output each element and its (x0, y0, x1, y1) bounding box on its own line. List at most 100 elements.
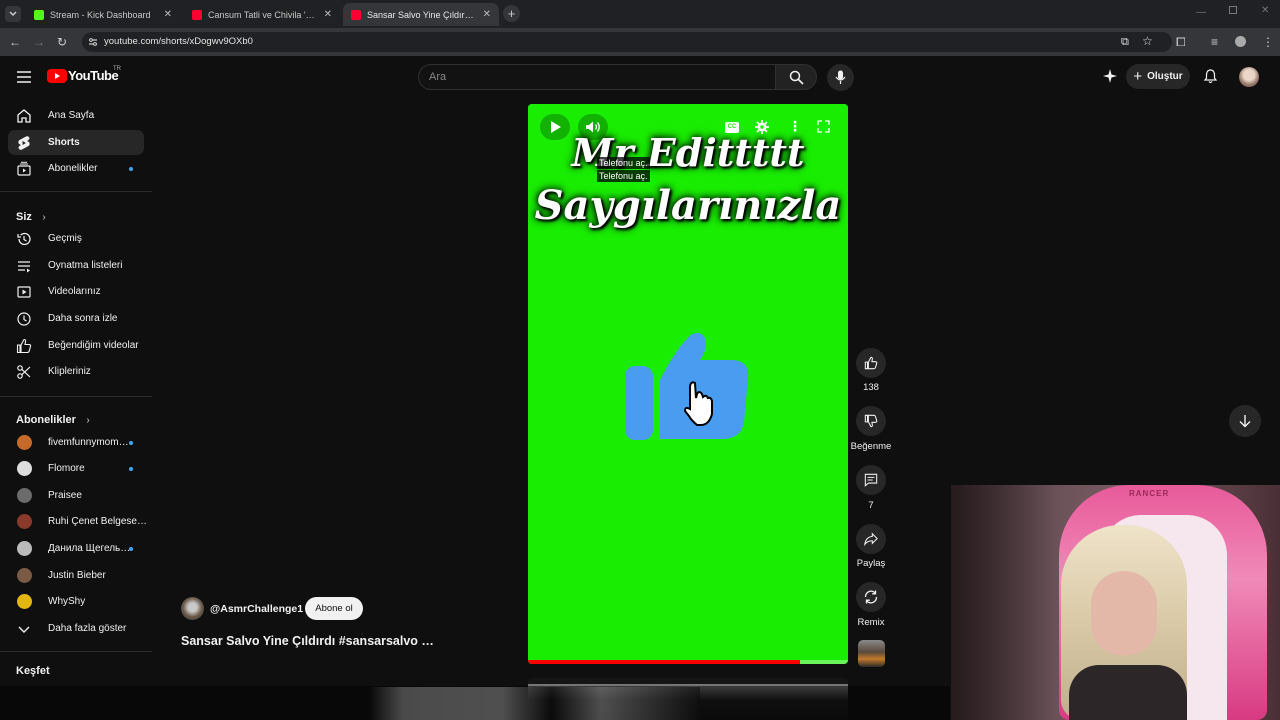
shorts-video-player[interactable]: Mr Edittttt Saygılarınızla Telefonu aç. … (528, 104, 848, 664)
sidebar-item-subscriptions[interactable]: Abonelikler (8, 156, 144, 181)
voice-search-button[interactable] (827, 64, 854, 91)
more-options-icon[interactable]: ⋮ (788, 118, 802, 135)
volume-button[interactable] (578, 114, 608, 140)
close-tab-icon[interactable]: ✕ (483, 9, 491, 20)
close-tab-icon[interactable]: ✕ (324, 9, 332, 20)
short-title[interactable]: Sansar Salvo Yine Çıldırdı #sansarsalvo … (181, 634, 434, 648)
sidebar-item-clips[interactable]: Klipleriniz (8, 359, 144, 384)
youtube-play-logo-icon (47, 69, 67, 83)
create-button[interactable]: + Oluştur (1126, 64, 1190, 89)
next-short-button[interactable] (1229, 405, 1261, 437)
channel-name: WhyShy (48, 596, 86, 607)
account-avatar[interactable] (1239, 67, 1259, 87)
stream-overlay-strip (0, 686, 950, 720)
channel-avatar (17, 488, 32, 503)
comments-button[interactable] (856, 465, 886, 495)
sidebar-channel-item[interactable]: Flomore (8, 456, 144, 481)
sidebar-channel-item[interactable]: Ruhi Çenet Belgese… (8, 509, 147, 534)
video-progress-track[interactable] (528, 660, 848, 664)
notifications-bell-icon[interactable] (1203, 69, 1218, 84)
sidebar-subscriptions-heading[interactable]: Abonelikler › (16, 410, 90, 428)
close-tab-icon[interactable]: ✕ (164, 9, 172, 20)
play-icon (551, 121, 561, 133)
remix-button[interactable] (856, 582, 886, 612)
video-overlay-title-line2: Saygılarınızla (534, 182, 842, 229)
channel-avatar[interactable] (181, 597, 204, 620)
arrow-down-icon (1239, 415, 1251, 428)
youtube-favicon-icon (351, 9, 361, 20)
profile-icon[interactable] (1235, 36, 1246, 47)
extensions-icon[interactable]: ⧠ (1176, 36, 1186, 48)
youtube-favicon-icon (192, 9, 202, 20)
sidebar-channel-item[interactable]: fivemfunnymom… (8, 430, 144, 455)
dislike-button[interactable] (856, 406, 886, 436)
plus-icon: + (1133, 68, 1143, 85)
sidebar-item-home[interactable]: Ana Sayfa (8, 103, 144, 128)
new-tab-button[interactable]: + (503, 5, 520, 22)
sidebar-show-more[interactable]: Daha fazla göster (8, 616, 144, 641)
video-progress-fill (528, 660, 800, 664)
browser-tab[interactable]: Stream - Kick Dashboard ✕ (26, 3, 180, 26)
sidebar-channel-item[interactable]: WhyShy (8, 589, 144, 614)
menu-kebab-icon[interactable]: ⋮ (1262, 36, 1274, 48)
sidebar-divider (0, 651, 152, 652)
channel-handle[interactable]: @AsmrChallenge1 (210, 603, 303, 615)
section-heading: Siz (16, 211, 32, 223)
your-videos-icon (17, 286, 31, 298)
sidebar-channel-item[interactable]: Данила Щегель… (8, 536, 144, 561)
install-app-icon[interactable]: ⧉ (1121, 36, 1129, 48)
caption-tooltip: Telefonu aç. (597, 170, 650, 182)
youtube-logo[interactable]: YouTube TR (47, 66, 127, 86)
browser-tab[interactable]: Cansum Tatli ve Chivila 'nın tanı… ✕ (184, 3, 340, 26)
back-icon[interactable]: ← (9, 36, 21, 48)
url-field[interactable]: youtube.com/shorts/xDogwv9OXb0 ⧉ ☆ (82, 32, 1172, 52)
subscribe-button[interactable]: Abone ol (305, 597, 363, 620)
streamer-body (1069, 665, 1187, 720)
chevron-right-icon: › (86, 415, 90, 426)
sidebar-channel-item[interactable]: Praisee (8, 483, 144, 508)
new-content-dot (129, 467, 133, 471)
chevron-right-icon: › (42, 212, 46, 223)
audio-source-thumbnail[interactable] (858, 640, 885, 667)
fullscreen-icon[interactable] (817, 120, 830, 133)
play-button[interactable] (540, 114, 570, 140)
create-label: Oluştur (1147, 71, 1183, 82)
settings-gear-icon[interactable] (755, 120, 769, 134)
site-info-icon[interactable] (88, 37, 98, 47)
sidebar-item-label: Geçmiş (48, 233, 82, 244)
media-controls-icon[interactable]: ≡ (1211, 36, 1218, 48)
search-icon (789, 70, 804, 85)
sidebar-item-liked-videos[interactable]: Beğendiğim videolar (8, 333, 144, 358)
channel-avatar (17, 461, 32, 476)
sidebar-channel-item[interactable]: Justin Bieber (8, 563, 144, 588)
ai-sparkle-icon[interactable] (1103, 69, 1117, 83)
sidebar-item-watch-later[interactable]: Daha sonra izle (8, 306, 144, 331)
streamer-webcam: RANCER (951, 485, 1280, 720)
search-button[interactable] (775, 64, 817, 90)
bookmark-star-icon[interactable]: ☆ (1142, 35, 1153, 47)
sidebar-item-label: Daha sonra izle (48, 313, 118, 324)
forward-icon[interactable]: → (33, 36, 45, 48)
captions-button[interactable]: CC (725, 122, 739, 133)
share-button[interactable] (856, 524, 886, 554)
like-button[interactable] (856, 348, 886, 378)
hamburger-menu-icon[interactable] (17, 70, 31, 83)
minimize-icon[interactable]: — (1196, 7, 1206, 18)
sidebar-item-shorts[interactable]: Shorts (8, 130, 144, 155)
comment-icon (864, 473, 878, 487)
search-input[interactable]: Ara (418, 64, 776, 90)
like-count: 138 (863, 382, 879, 393)
reload-icon[interactable]: ↻ (57, 36, 67, 48)
close-window-icon[interactable]: ✕ (1261, 5, 1269, 16)
url-text: youtube.com/shorts/xDogwv9OXb0 (104, 36, 253, 47)
sidebar-item-your-videos[interactable]: Videolarınız (8, 279, 144, 304)
tab-search-icon[interactable] (5, 6, 21, 22)
microphone-icon (835, 70, 846, 84)
sidebar-item-playlists[interactable]: Oynatma listeleri (8, 253, 144, 278)
maximize-icon[interactable] (1229, 6, 1237, 14)
browser-tab-active[interactable]: Sansar Salvo Yine Çıldırdı #sansa… ✕ (343, 3, 499, 26)
watch-later-icon (17, 312, 31, 326)
sidebar-item-history[interactable]: Geçmiş (8, 226, 144, 251)
tab-title: Sansar Salvo Yine Çıldırdı #sansa… (367, 9, 477, 20)
sidebar-you-heading[interactable]: Siz › (16, 207, 46, 225)
